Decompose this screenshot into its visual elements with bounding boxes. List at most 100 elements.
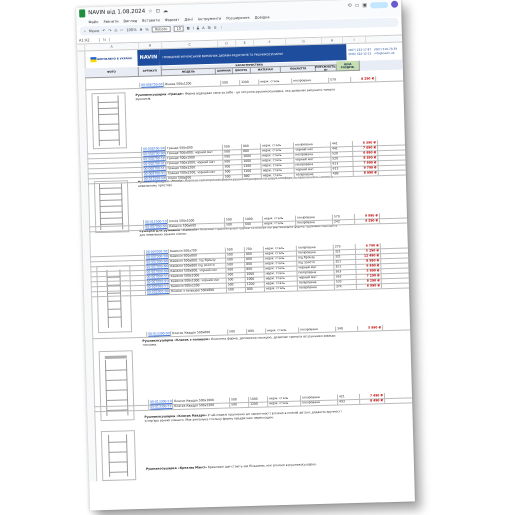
price-cell: 8 290 ₴ [351,76,377,82]
menu-format[interactable]: Формат [165,17,180,21]
column-header[interactable]: E [236,39,255,47]
width-cell: 500 [221,80,241,86]
navin-logo: NAVIN [137,49,160,66]
menu-insert[interactable]: Вставити [142,18,160,22]
column-header[interactable]: I [342,36,367,44]
menu-edit[interactable]: Змінити [103,19,118,23]
column-header[interactable]: D [218,40,237,47]
power-cell: 579 [329,76,352,83]
more-icon[interactable]: ⋮ [220,25,224,29]
menu-tools[interactable]: Інструменти [198,16,222,21]
width-cell: 500 [228,328,248,335]
color-cell: полірована [299,326,337,333]
paint-format-icon[interactable]: ⌐ [120,28,123,32]
price-cell: 5 990 ₴ [358,325,384,331]
price-cell: 8 490 ₴ [360,398,386,404]
photo-cell [89,224,145,231]
avatar[interactable] [390,0,399,8]
name-box[interactable]: A1:A2 [76,37,100,43]
strikethrough-icon[interactable]: S [197,26,199,30]
photo-cell [90,289,147,296]
print-icon[interactable]: ⎙ [114,28,117,32]
column-header[interactable]: B [139,42,163,49]
share-button[interactable] [369,1,389,8]
menu-data[interactable]: Дані [184,17,192,21]
ukraine-flag-icon [90,56,97,62]
undo-icon[interactable]: ↶ [102,28,105,32]
height-cell: 800 [245,286,266,292]
color-cell: полірована [301,399,339,406]
article-link[interactable]: 00-013300-5120 [149,404,174,410]
article-link[interactable]: 00-012500-5080 [142,176,167,182]
menu-view[interactable]: Вигляд [123,18,137,22]
article-link[interactable]: 00-002000-5080 [145,289,171,295]
bold-icon[interactable]: B [187,26,190,30]
price-cell: 8 990 ₴ [353,170,379,176]
font-select[interactable]: Roboto [151,25,171,33]
italic-icon[interactable]: I [193,26,194,30]
material-cell: нерж. сталь [261,172,295,179]
move-folder-icon[interactable]: ⊡ [156,8,160,14]
fx-icon: fx [99,37,111,42]
th-price: ЦІНА РОЗДРІБ. [336,60,360,72]
th-photo: ФОТО [84,66,139,79]
th-material: МАТЕРІАЛ [250,66,282,74]
height-cell: 1200 [240,79,260,85]
section-description: Рушникосушарки «Класик Квадро» У цій мод… [144,409,344,423]
font-size-input[interactable]: 10 [173,25,185,32]
document-title[interactable]: NAVIN від 1.08.2024 [88,8,145,16]
photo-cell [92,331,148,338]
model-cell: Камелія 500x600 [168,222,226,229]
menu-file[interactable]: Файл [88,20,98,24]
column-header[interactable]: G [285,37,323,45]
width-cell: 500 [225,222,245,228]
photo-cell [94,404,150,411]
text-color-icon[interactable]: A [202,26,205,30]
color-cell: полірована [297,284,336,291]
height-cell: 600 [244,221,264,227]
height-cell: 800 [242,173,262,179]
power-cell: 348 [336,325,359,332]
percent-icon[interactable]: % [145,27,149,31]
power-cell: 488 [331,170,354,177]
table-row[interactable]: 00-006700-0012 Вінеза 500x1200 500 1200 нерж… [85,75,404,91]
borders-icon[interactable]: ⊞ [207,25,210,29]
section-description: Рушникосушарка «Креатив Максі» Креативні… [146,462,346,471]
sheets-logo-icon [79,8,86,18]
material-cell: нерж. сталь [264,285,299,292]
photo-cell [87,176,143,183]
menu-extensions[interactable]: Розширення [226,15,249,20]
search-icon[interactable]: ⌕ [84,29,86,33]
contacts: (067) 232-17-87 (056) 424-15-15 (067) 51… [346,43,402,61]
star-icon[interactable]: ☆ [148,8,153,14]
article-link[interactable]: 00-007000-5060 [144,224,169,230]
th-power: ПОТУЖНІСТЬ, Вт [315,64,337,72]
corner-cell[interactable] [77,44,86,51]
width-cell: 500 [230,401,250,408]
section-text: Креативні ідеї стають ще більшими, ніж в… [207,462,317,470]
color-cell: полірована [292,77,330,84]
comment-icon[interactable]: ▭ [355,2,360,8]
menu-search-label[interactable]: Меню [89,28,100,32]
history-icon[interactable]: ⟲ [347,2,351,8]
align-icon[interactable]: ≡ [213,25,216,29]
redo-icon[interactable]: ↷ [108,28,111,32]
height-cell: 1200 [249,401,269,407]
menu-help[interactable]: Довідка [254,15,269,19]
article-link[interactable]: 00-013300-5080 [147,331,172,337]
ua-logo-text: ВИРОБЛЕНО В УКРАЇНІ [97,56,132,61]
column-header[interactable]: F [254,38,287,46]
currency-icon[interactable]: ₴ [140,27,143,31]
column-header[interactable]: H [321,37,344,44]
th-model: МОДЕЛЬ [161,68,216,77]
sheet-grid: ВИРОБЛЕНО В УКРАЇНІ NAVIN ПРОВІДНИЙ УКРА… [77,43,414,482]
material-cell: нерж. сталь [259,78,293,85]
model-cell: Вінеза 500x1200 [164,80,222,87]
meet-icon[interactable]: ▣ [362,2,367,8]
power-cell: 493 [338,398,361,405]
zoom-select[interactable]: 100% [126,27,136,31]
model-cell: Класик Квадро 500x1200 [173,402,231,409]
power-cell: 374 [334,283,357,290]
article-link[interactable]: 00-006700-0012 [140,82,165,88]
cloud-status-icon: ☁ [162,7,169,14]
